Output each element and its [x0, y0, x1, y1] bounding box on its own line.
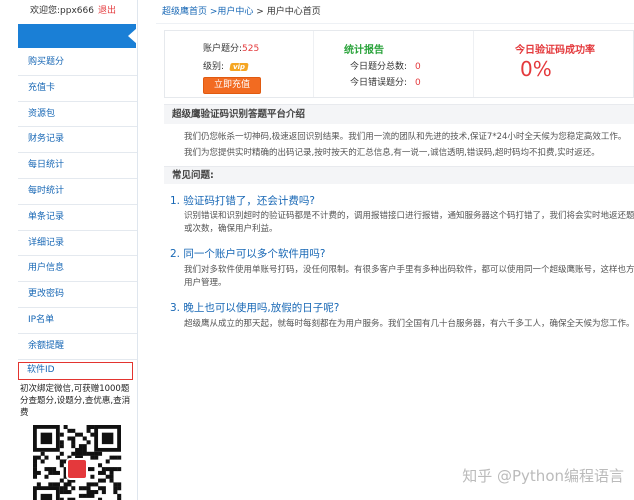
account-stats-panel: 账户题分:525 级别: vip 立即充值 统计报告 今日题分总数: 0 今日错误题…: [164, 30, 634, 98]
sidebar-item-hourly-stats[interactable]: 每时统计: [18, 179, 137, 205]
vip-badge: vip: [229, 63, 249, 71]
platform-intro-line-1: 我们仍您帐杀一切神码,极速返回识别结果。我们用一流的团队和先进的技术,保证7*2…: [184, 132, 627, 142]
breadcrumb-user-center-link[interactable]: 用户中心: [217, 7, 253, 17]
wechat-qr-code: [31, 424, 123, 500]
sidebar-item-balance-alert[interactable]: 余额提醒: [18, 334, 137, 360]
welcome-text: 欢迎您:ppx666 退出: [18, 0, 137, 22]
sidebar-item-detail-records[interactable]: 详细记录: [18, 231, 137, 257]
faq-title: 常见问题:: [164, 166, 634, 184]
success-rate-column: 今日验证码成功率 0%: [473, 31, 634, 97]
account-points: 账户题分:525: [203, 41, 259, 54]
sidebar-item-resource-pack[interactable]: 资源包: [18, 102, 137, 128]
sidebar-item-buy-points[interactable]: 购买题分: [18, 50, 137, 76]
sidebar-item-ip-list[interactable]: IP名单: [18, 308, 137, 334]
breadcrumb-home-link[interactable]: 超级鹰首页: [162, 7, 207, 17]
breadcrumb: 超级鹰首页 >用户中心 > 用户中心首页: [156, 0, 634, 24]
sidebar-item-change-password[interactable]: 更改密码: [18, 282, 137, 308]
account-level: 级别: vip: [203, 59, 249, 72]
sidebar-item-single-records[interactable]: 单条记录: [18, 205, 137, 231]
today-error-points: 今日错误题分: 0: [350, 75, 421, 88]
faq-answer-1-line-1: 识别错误和识别超时的验证码都是不计费的，调用报错接口进行报错，通知服务器这个码打…: [184, 211, 634, 221]
logout-link[interactable]: 退出: [98, 6, 116, 16]
sidebar-item-software-id[interactable]: 软件ID: [18, 361, 133, 380]
sidebar-item-user-info[interactable]: 用户信息: [18, 256, 137, 283]
wechat-promo-text: 初次绑定微信,可获赠1000题分查题分,设题分,查优惠,查消费: [20, 383, 131, 418]
faq-answer-2-line-1: 我们对多软件使用单账号打码，没任何限制。有很多客户手里有多种出码软件，都可以使用…: [184, 265, 634, 275]
today-error-value: 0: [415, 78, 421, 88]
sidebar-item-recharge-card[interactable]: 充值卡: [18, 76, 137, 102]
breadcrumb-current: 用户中心首页: [266, 7, 321, 17]
account-points-value: 525: [242, 44, 260, 54]
faq-answer-3: 超级鹰从成立的那天起，就每时每刻都在为用户服务。我们全国有几十台服务器，有六千多…: [184, 319, 634, 329]
success-rate-title: 今日验证码成功率: [515, 45, 595, 56]
today-total-points: 今日题分总数: 0: [350, 59, 421, 72]
faq-question-2: 2. 同一个账户可以多个软件用吗?: [170, 248, 326, 260]
account-points-label: 账户题分:: [203, 44, 243, 54]
report-column: 统计报告 今日题分总数: 0 今日错误题分: 0: [313, 31, 473, 97]
sidebar-menu: 购买题分 充值卡 资源包 财务记录 每日统计 每时统计 单条记录 详细记录 用户…: [18, 50, 137, 380]
breadcrumb-separator-2: >: [253, 7, 267, 17]
faq-answer-1-line-2: 或次数，确保用户利益。: [184, 224, 278, 234]
today-error-label: 今日错误题分:: [350, 78, 408, 88]
sidebar-item-daily-stats[interactable]: 每日统计: [18, 153, 137, 179]
welcome-label: 欢迎您:ppx666: [30, 6, 94, 16]
platform-intro-title: 超级鹰验证码识别答题平台介绍: [164, 104, 634, 124]
faq-question-1: 1. 验证码打错了，还会计费吗?: [170, 195, 315, 207]
success-rate-value: 0%: [520, 57, 552, 81]
main-content: 超级鹰首页 >用户中心 > 用户中心首页 账户题分:525 级别: vip 立即充…: [156, 0, 634, 500]
report-title: 统计报告: [344, 45, 384, 56]
zhihu-watermark: 知乎 @Python编程语言: [462, 467, 624, 485]
user-center-tab[interactable]: [18, 24, 137, 48]
faq-answer-2-line-2: 用户管理。: [184, 278, 227, 288]
account-level-label: 级别:: [203, 62, 225, 72]
platform-intro-line-2: 我们为您提供实时精确的出码记录,按时按天的汇总信息,有一说一,诚信透明,错误码,…: [184, 148, 600, 158]
today-total-label: 今日题分总数:: [350, 62, 408, 72]
sidebar: 欢迎您:ppx666 退出 购买题分 充值卡 资源包 财务记录 每日统计 每时统计…: [18, 0, 138, 500]
account-column: 账户题分:525 级别: vip 立即充值: [165, 31, 313, 97]
today-total-value: 0: [415, 62, 421, 72]
recharge-now-button[interactable]: 立即充值: [203, 77, 261, 94]
breadcrumb-separator: >: [207, 7, 218, 17]
sidebar-item-finance-records[interactable]: 财务记录: [18, 127, 137, 154]
faq-question-3: 3. 晚上也可以使用吗,放假的日子呢?: [170, 302, 340, 314]
